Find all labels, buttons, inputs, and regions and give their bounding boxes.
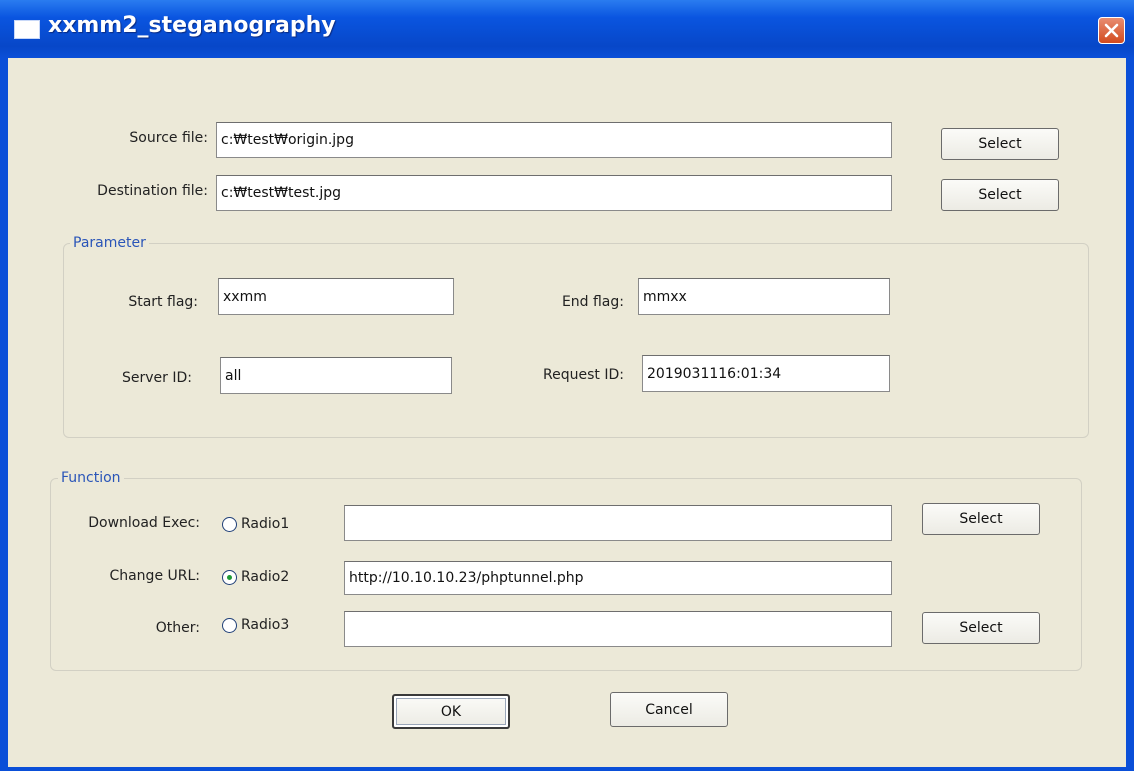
- function-group-title: Function: [58, 470, 124, 486]
- close-icon: [1104, 23, 1119, 38]
- source-file-label: Source file:: [129, 130, 208, 146]
- destination-file-input[interactable]: [216, 175, 892, 211]
- radio2-circle: [222, 569, 237, 585]
- start-flag-label: Start flag:: [128, 294, 198, 310]
- title-bar[interactable]: xxmm2_steganography: [0, 0, 1134, 58]
- radio2-selected-dot: [227, 574, 232, 580]
- change-url-input[interactable]: [344, 561, 892, 595]
- request-id-input[interactable]: [642, 355, 890, 392]
- radio3[interactable]: Radio3: [222, 615, 289, 635]
- ok-button[interactable]: OK: [392, 694, 510, 729]
- other-label: Other:: [155, 620, 200, 636]
- destination-select-button[interactable]: Select: [941, 179, 1059, 211]
- server-id-input[interactable]: [220, 357, 452, 394]
- start-flag-input[interactable]: [218, 278, 454, 315]
- other-select-button[interactable]: Select: [922, 612, 1040, 644]
- radio3-label: Radio3: [241, 617, 290, 633]
- cancel-button[interactable]: Cancel: [610, 692, 728, 727]
- radio1[interactable]: Radio1: [222, 514, 289, 534]
- parameter-group-title: Parameter: [70, 235, 149, 251]
- download-exec-select-button[interactable]: Select: [922, 503, 1040, 535]
- radio2-label: Radio2: [241, 569, 290, 585]
- other-input[interactable]: [344, 611, 892, 647]
- request-id-label: Request ID:: [543, 367, 624, 383]
- window-title: xxmm2_steganography: [48, 13, 336, 38]
- close-button[interactable]: [1098, 17, 1125, 44]
- end-flag-input[interactable]: [638, 278, 890, 315]
- source-file-input[interactable]: [216, 122, 892, 158]
- end-flag-label: End flag:: [561, 294, 624, 310]
- parameter-group: [63, 243, 1089, 438]
- server-id-label: Server ID:: [122, 370, 192, 386]
- download-exec-input[interactable]: [344, 505, 892, 541]
- download-exec-label: Download Exec:: [88, 515, 200, 531]
- dialog-window: xxmm2_steganography Source file: Select …: [0, 0, 1134, 771]
- destination-file-label: Destination file:: [97, 183, 208, 199]
- radio2[interactable]: Radio2: [222, 567, 289, 587]
- change-url-label: Change URL:: [109, 568, 200, 584]
- source-select-button[interactable]: Select: [941, 128, 1059, 160]
- radio3-circle: [222, 617, 237, 633]
- radio1-label: Radio1: [241, 516, 290, 532]
- window-app-icon: [14, 20, 40, 39]
- radio1-circle: [222, 516, 237, 532]
